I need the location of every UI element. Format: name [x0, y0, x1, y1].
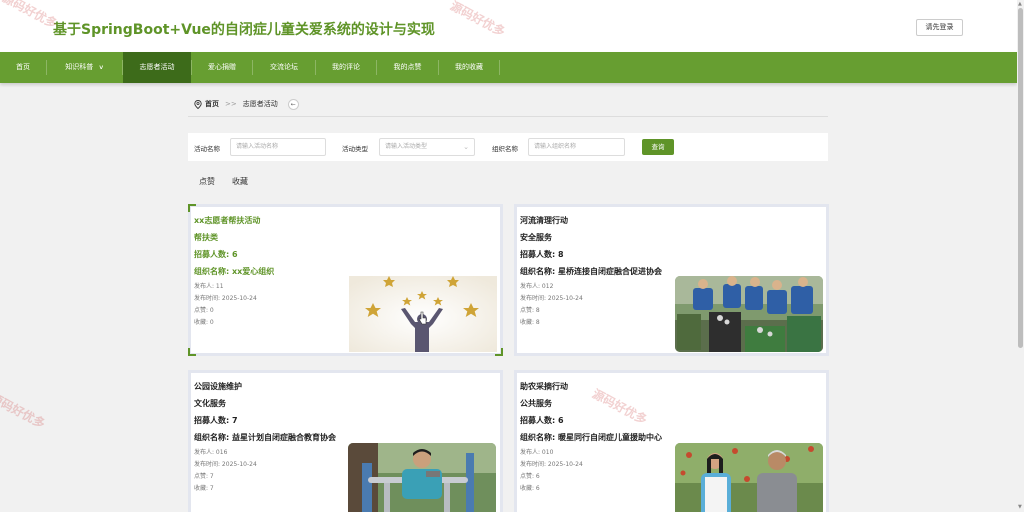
- activity-recruit: 招募人数: 6: [194, 250, 238, 259]
- activity-image: [348, 443, 496, 512]
- activity-title: xx志愿者帮扶活动: [194, 216, 261, 225]
- site-title: 基于SpringBoot+Vue的自闭症儿童关爱系统的设计与实现: [53, 22, 435, 38]
- location-pin-icon: [194, 99, 202, 109]
- nav-item-knowledge[interactable]: 知识科普 ∨: [47, 52, 122, 83]
- site-header: 基于SpringBoot+Vue的自闭症儿童关爱系统的设计与实现 请先登录: [0, 0, 1017, 52]
- activity-name-label: 活动名称: [194, 145, 220, 153]
- activity-publisher: 发布人: 010: [520, 449, 554, 456]
- nav-item-label: 我的评论: [332, 63, 360, 71]
- nav-item-home[interactable]: 首页: [0, 52, 46, 83]
- activity-org: 组织名称: xx爱心组织: [194, 267, 275, 276]
- nav-item-my-comments[interactable]: 我的评论: [316, 52, 376, 83]
- activity-time: 发布时间: 2025-10-24: [520, 461, 583, 468]
- sort-likes-tab[interactable]: 点赞: [199, 176, 215, 187]
- nav-divider: [499, 60, 500, 75]
- nav-item-label: 知识科普: [65, 63, 94, 71]
- activity-time: 发布时间: 2025-10-24: [194, 461, 257, 468]
- activity-type: 帮扶类: [194, 233, 218, 242]
- activity-favorites: 收藏: 7: [194, 485, 214, 492]
- activity-favorites: 收藏: 0: [194, 319, 214, 326]
- activity-image: [675, 443, 823, 512]
- activity-title: 公园设施维护: [194, 382, 242, 391]
- card-highlight-corner: [188, 204, 190, 212]
- org-name-label: 组织名称: [492, 145, 518, 153]
- activity-card[interactable]: 助农采摘行动 公共服务 招募人数: 6 组织名称: 暖星同行自闭症儿童援助中心 …: [514, 370, 829, 512]
- activity-card[interactable]: 河流清理行动 安全服务 招募人数: 8 组织名称: 星桥连接自闭症融合促进协会 …: [514, 204, 829, 356]
- page-scrollbar[interactable]: ▲ ▼: [1017, 0, 1024, 512]
- activity-publisher: 发布人: 012: [520, 283, 554, 290]
- activity-time: 发布时间: 2025-10-24: [520, 295, 583, 302]
- activity-publisher: 发布人: 016: [194, 449, 228, 456]
- activity-image: [675, 276, 823, 352]
- back-arrow-icon[interactable]: ←: [287, 98, 299, 110]
- nav-item-my-likes[interactable]: 我的点赞: [377, 52, 438, 83]
- breadcrumb-divider: [188, 116, 828, 117]
- search-bar: 活动名称 请输入活动名称 活动类型 请输入活动类型 ⌄ 组织名称 请输入组织名称 …: [188, 133, 828, 161]
- activity-likes: 点赞: 6: [520, 473, 540, 480]
- activity-card[interactable]: 公园设施维护 文化服务 招募人数: 7 组织名称: 益星计划自闭症融合教育协会 …: [188, 370, 503, 512]
- activity-likes: 点赞: 0: [194, 307, 214, 314]
- activity-title: 助农采摘行动: [520, 382, 568, 391]
- activity-recruit: 招募人数: 7: [194, 416, 238, 425]
- breadcrumb: 首页 >> 志愿者活动 ←: [194, 98, 299, 110]
- scroll-down-arrow-icon[interactable]: ▼: [1018, 504, 1022, 510]
- breadcrumb-home[interactable]: 首页: [205, 99, 219, 109]
- activity-name-input[interactable]: 请输入活动名称: [230, 138, 326, 156]
- sort-favorites-tab[interactable]: 收藏: [232, 176, 248, 187]
- card-highlight-corner: [501, 348, 503, 356]
- card-highlight-corner: [188, 348, 190, 356]
- activity-recruit: 招募人数: 8: [520, 250, 564, 259]
- nav-item-donation[interactable]: 爱心捐赠: [192, 52, 252, 83]
- activity-type: 安全服务: [520, 233, 552, 242]
- activity-type: 公共服务: [520, 399, 552, 408]
- activity-type-label: 活动类型: [342, 145, 368, 153]
- activity-type: 文化服务: [194, 399, 226, 408]
- nav-item-label: 志愿者活动: [139, 63, 175, 71]
- breadcrumb-separator: >>: [225, 100, 237, 108]
- activity-org: 组织名称: 暖星同行自闭症儿童援助中心: [520, 433, 662, 442]
- org-name-input[interactable]: 请输入组织名称: [528, 138, 625, 156]
- activity-time: 发布时间: 2025-10-24: [194, 295, 257, 302]
- breadcrumb-current: 志愿者活动: [242, 100, 278, 108]
- nav-item-label: 爱心捐赠: [208, 63, 236, 71]
- nav-item-label: 我的点赞: [393, 63, 422, 71]
- main-nav: 首页 知识科普 ∨ 志愿者活动 爱心捐赠 交流论坛 我的评论 我的点赞 我的收藏: [0, 52, 1017, 83]
- nav-item-volunteer[interactable]: 志愿者活动: [123, 52, 191, 83]
- login-button[interactable]: 请先登录: [916, 19, 963, 36]
- nav-item-label: 交流论坛: [270, 63, 298, 71]
- scroll-thumb[interactable]: [1018, 8, 1023, 348]
- activity-org: 组织名称: 星桥连接自闭症融合促进协会: [520, 267, 662, 276]
- nav-item-label: 首页: [16, 63, 30, 71]
- activity-favorites: 收藏: 8: [520, 319, 540, 326]
- activity-publisher: 发布人: 11: [194, 283, 224, 290]
- activity-type-select[interactable]: 请输入活动类型 ⌄: [379, 138, 475, 156]
- activity-title: 河流清理行动: [520, 216, 568, 225]
- scroll-up-arrow-icon[interactable]: ▲: [1018, 1, 1022, 7]
- chevron-down-icon: ∨: [98, 64, 105, 71]
- activity-likes: 点赞: 7: [194, 473, 214, 480]
- activity-org: 组织名称: 益星计划自闭症融合教育协会: [194, 433, 336, 442]
- activity-card[interactable]: xx志愿者帮扶活动 帮扶类 招募人数: 6 组织名称: xx爱心组织 发布人: …: [188, 204, 503, 356]
- watermark: 源码好优多: [0, 390, 48, 432]
- activity-recruit: 招募人数: 6: [520, 416, 564, 425]
- activity-image: [349, 276, 497, 352]
- nav-item-my-favorites[interactable]: 我的收藏: [439, 52, 499, 83]
- nav-item-forum[interactable]: 交流论坛: [253, 52, 315, 83]
- nav-item-label: 我的收藏: [455, 63, 483, 71]
- activity-type-placeholder: 请输入活动类型: [385, 143, 428, 150]
- chevron-down-icon: ⌄: [463, 143, 469, 151]
- activity-favorites: 收藏: 6: [520, 485, 540, 492]
- search-button[interactable]: 查询: [642, 139, 674, 155]
- activity-likes: 点赞: 8: [520, 307, 540, 314]
